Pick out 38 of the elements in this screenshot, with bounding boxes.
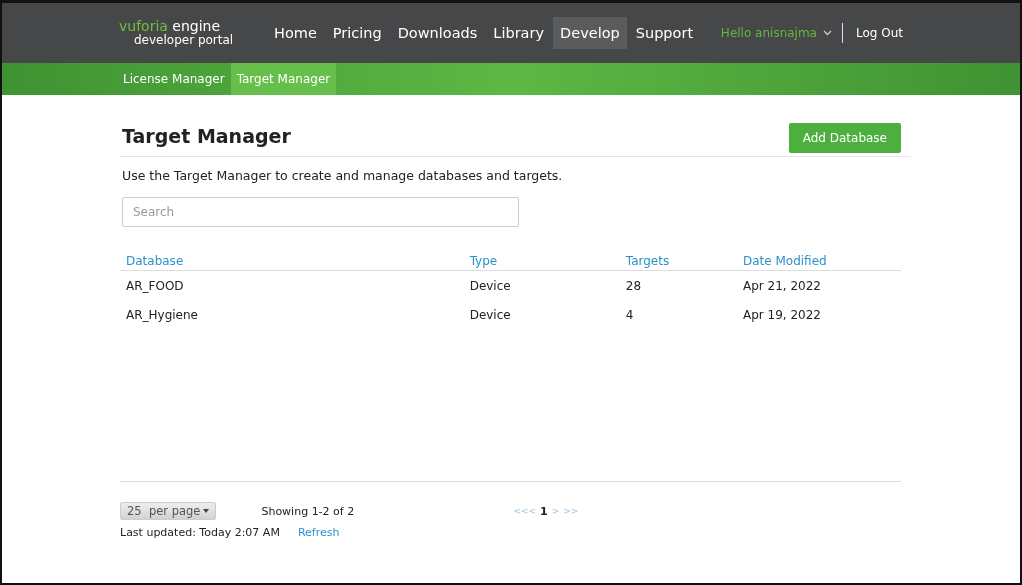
column-header[interactable]: Database [120, 253, 464, 271]
nav-link[interactable]: Support [628, 17, 701, 49]
pagination-link[interactable]: 1 [540, 504, 548, 518]
caret-down-icon [203, 509, 210, 513]
pagination-link[interactable]: <<< [513, 506, 537, 516]
user-menu[interactable]: Hello anisnajma [720, 26, 832, 40]
column-header[interactable]: Date Modified [736, 253, 901, 271]
nav-link[interactable]: Library [486, 17, 552, 49]
table-cell-text: AR_Hygiene [125, 306, 199, 324]
table-cell-text: Apr 19, 2022 [741, 306, 822, 324]
showing-count: Showing 1-2 of 2 [261, 504, 356, 518]
logo-wordmark: vuforia engine [119, 18, 222, 34]
table-cell-text: 4 [624, 306, 635, 324]
nav-link[interactable]: Downloads [390, 17, 485, 49]
subnav-tab[interactable]: Target Manager [230, 63, 337, 95]
pagination-link[interactable]: >> [563, 506, 579, 516]
subnav-tab[interactable]: License Manager [117, 63, 231, 95]
table-cell: AR_FOOD [120, 270, 464, 300]
add-database-button[interactable]: Add Database [788, 123, 901, 153]
pagination-link[interactable]: > [551, 506, 560, 516]
table-cell-text: Device [468, 306, 512, 324]
nav-link[interactable]: Home [267, 17, 324, 49]
per-page-dropdown[interactable]: 25 per page [120, 502, 217, 520]
logout-link[interactable]: Log Out [849, 18, 910, 48]
nav-link[interactable]: Develop [553, 17, 627, 49]
page-description: Use the Target Manager to create and manage databases and targets. [122, 168, 564, 183]
table-cell: Apr 21, 2022 [736, 270, 901, 300]
table-cell: 28 [619, 270, 737, 300]
column-header[interactable]: Targets [619, 253, 737, 271]
table-cell: Device [463, 270, 620, 300]
last-updated: Last updated: Today 2:07 AM [120, 526, 280, 539]
nav-link[interactable]: Pricing [325, 17, 389, 49]
refresh-link[interactable]: Refresh [297, 526, 340, 539]
column-header[interactable]: Type [463, 253, 620, 271]
chevron-down-icon [823, 30, 832, 36]
logo-subtitle: developer portal [133, 34, 235, 48]
search-field[interactable]: Search [122, 197, 519, 227]
page-title: Target Manager [122, 125, 291, 147]
